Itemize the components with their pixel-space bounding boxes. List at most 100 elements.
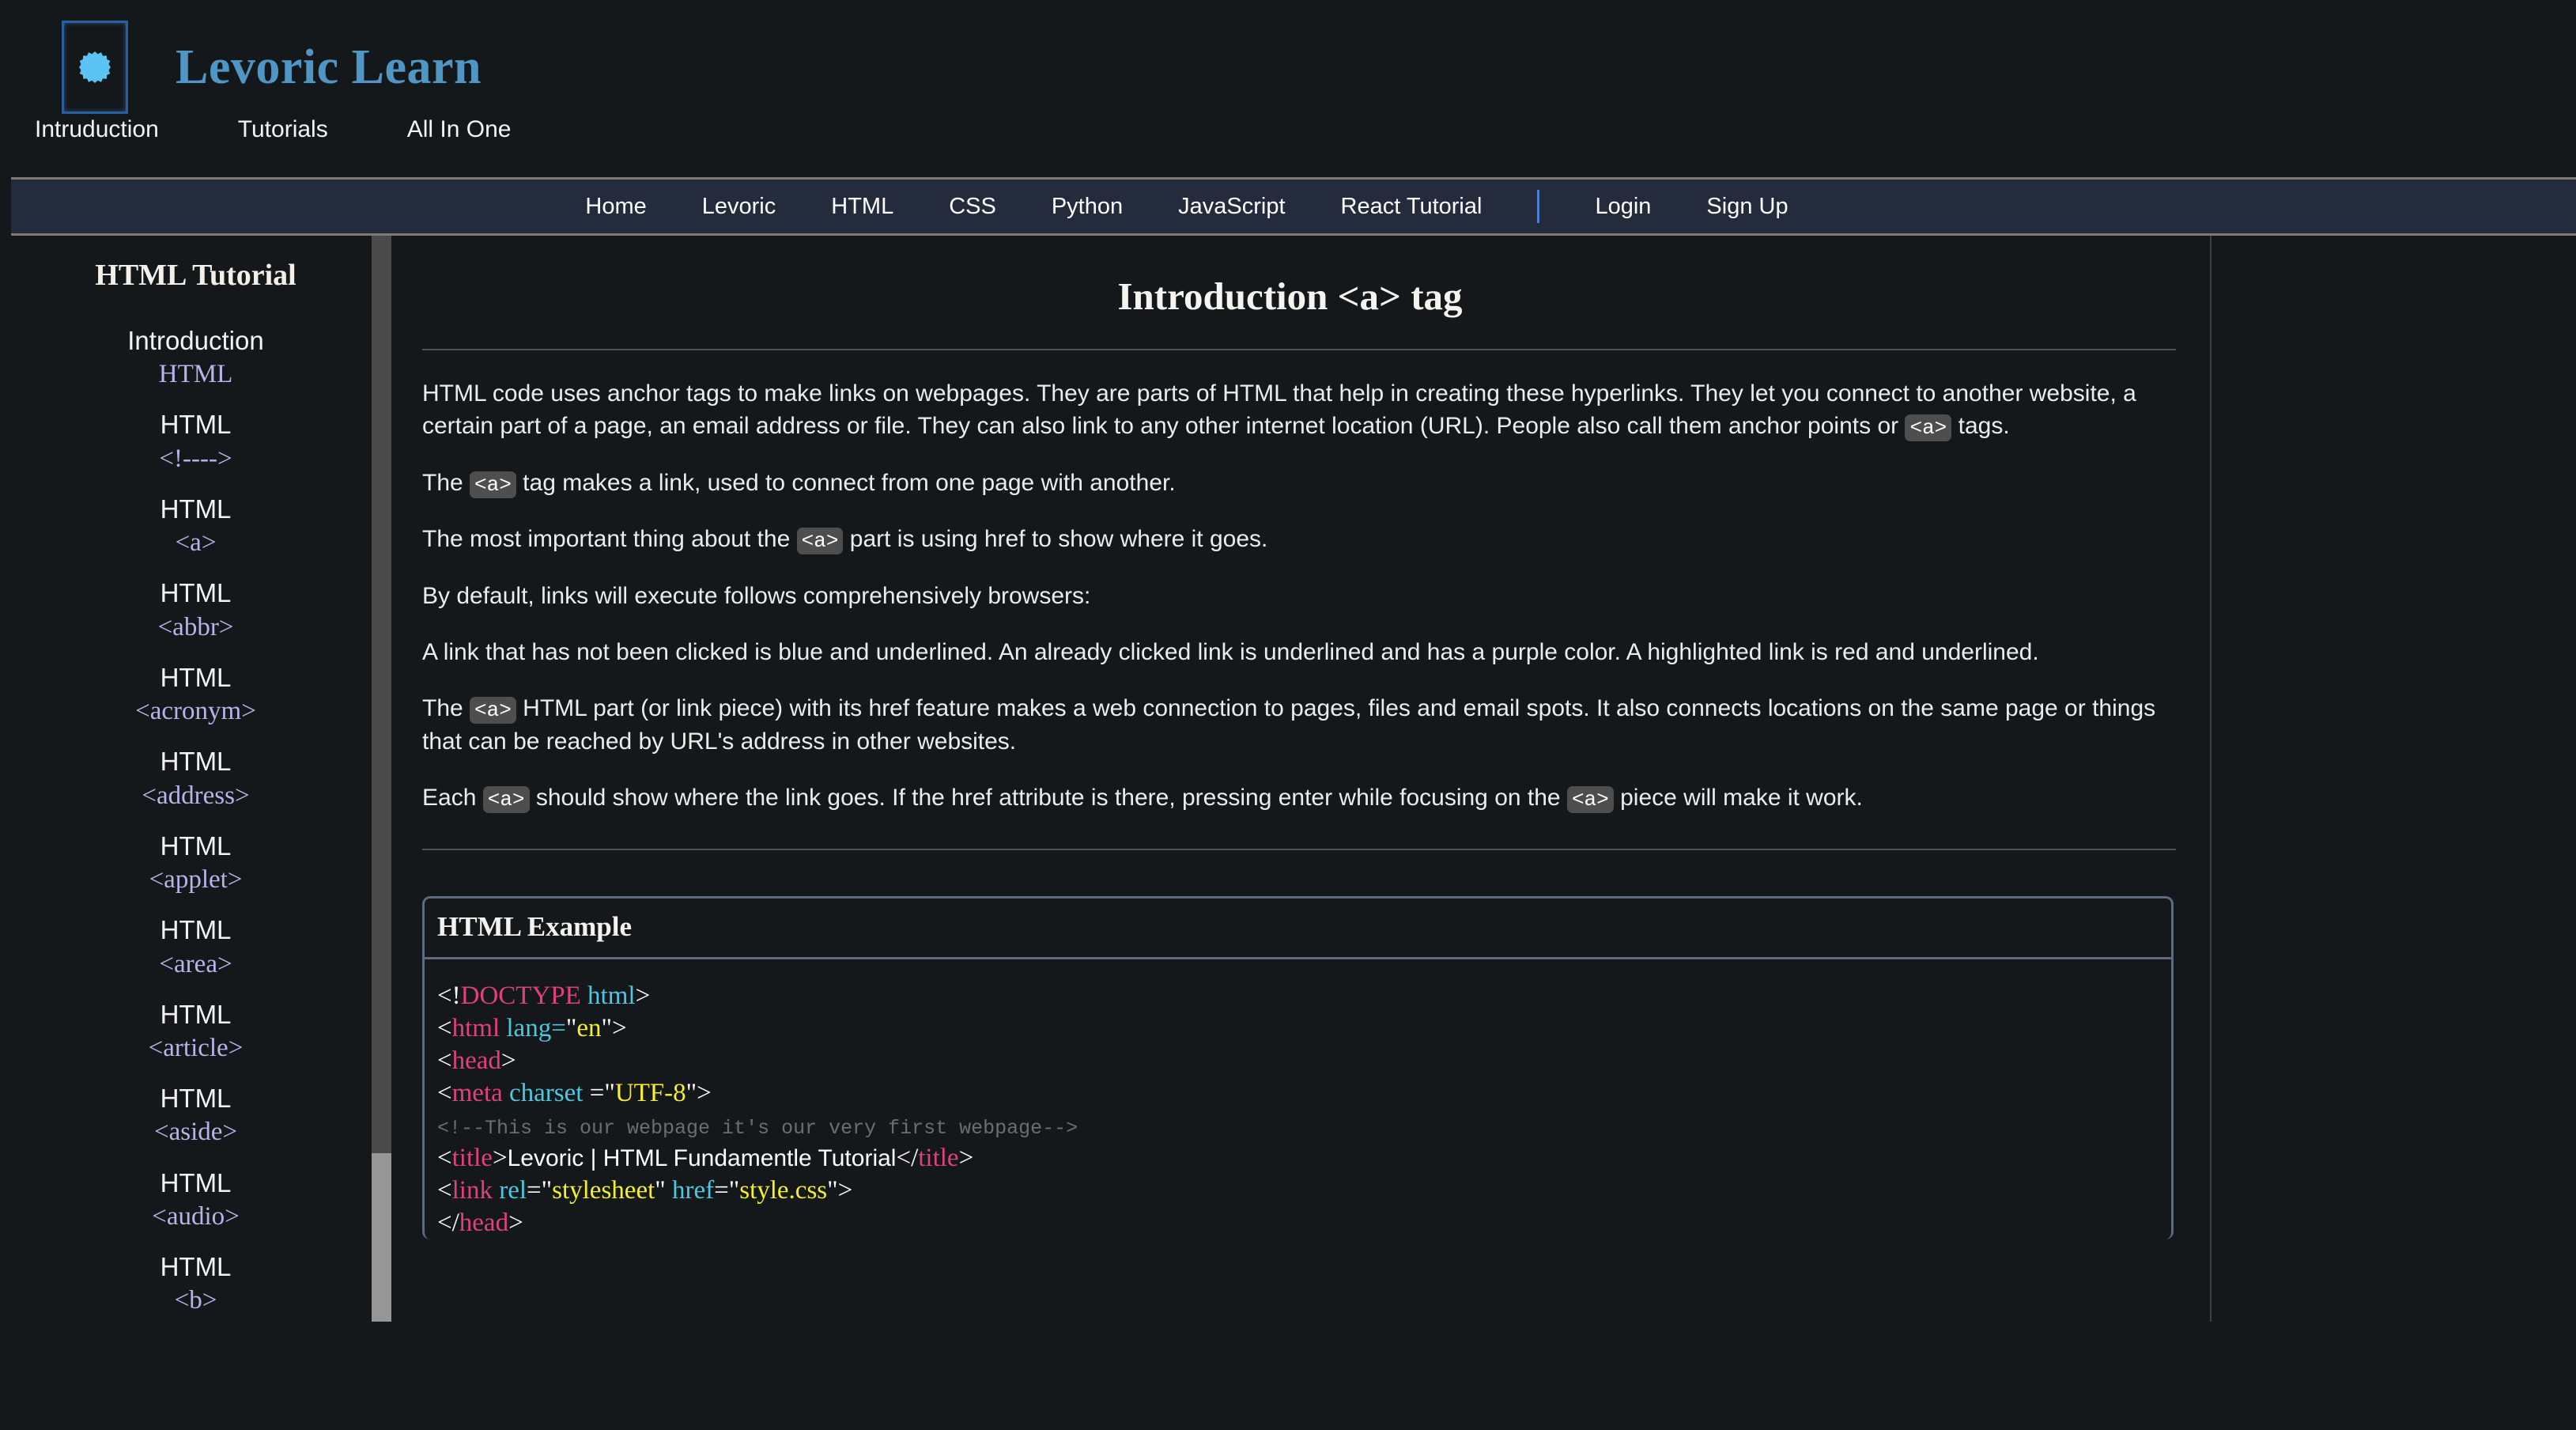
paragraph: The <a> tag makes a link, used to connec…	[422, 469, 1176, 498]
site-header: Levoric Learn	[0, 0, 2576, 114]
sidebar-item-label: HTML	[160, 662, 232, 692]
code-token-punct: <	[437, 1175, 452, 1205]
sidebar-item-tag: <audio>	[152, 1201, 240, 1231]
page-body: HTML Tutorial Introduction HTML HTML <!----…	[0, 236, 2576, 1322]
code-token-punct: </	[437, 1208, 459, 1237]
sidebar-item-tag: <area>	[159, 949, 232, 978]
sidebar-scrollbar-thumb[interactable]	[372, 1153, 391, 1322]
sidebar-item[interactable]: HTML <a>	[0, 493, 391, 559]
nav-item-html[interactable]: HTML	[831, 194, 893, 220]
code-token-doctype-val: html	[587, 982, 636, 1011]
example-box: HTML Example <!DOCTYPE html> <html lang="…	[422, 896, 2174, 1239]
code-token-val: UTF-8	[614, 1079, 686, 1108]
sidebar-item[interactable]: HTML <area>	[0, 914, 391, 980]
nav-item-levoric[interactable]: Levoric	[702, 194, 776, 220]
nav-divider	[1537, 190, 1540, 223]
sidebar-item-tag: <aside>	[153, 1118, 238, 1147]
sidebar-item-label: HTML	[160, 1252, 232, 1282]
brand-title: Levoric Learn	[176, 40, 482, 94]
code-token-tag: meta	[451, 1079, 510, 1108]
sidebar-item-tag: <acronym>	[135, 697, 256, 726]
paragraph: The most important thing about the <a> p…	[422, 526, 1268, 555]
code-token-tag: title	[451, 1143, 493, 1172]
inline-code-chip: <a>	[470, 697, 516, 724]
sidebar-item[interactable]: HTML <!---->	[0, 408, 391, 475]
nav-item-home[interactable]: Home	[585, 194, 646, 220]
subnav-item-intruduction[interactable]: Intruduction	[35, 116, 159, 143]
subnav-item-tutorials[interactable]: Tutorials	[238, 116, 328, 143]
paragraph: Each <a> should show where the link goes…	[422, 784, 1863, 813]
sidebar-item[interactable]: HTML <aside>	[0, 1082, 391, 1148]
page-title: Introduction <a> tag	[1117, 274, 1463, 318]
sidebar-item-tag: <article>	[148, 1033, 244, 1062]
code-token-txt: Levoric | HTML Fundamentle Tutorial	[507, 1144, 897, 1171]
sidebar-item-label: HTML	[160, 915, 232, 945]
paragraph: By default, links will execute follows c…	[422, 582, 1091, 609]
code-token-comment: <!--This is our webpage it's our very fi…	[437, 1117, 1078, 1141]
sidebar-item-tag: <a>	[175, 528, 217, 558]
code-token-val: en	[576, 1014, 602, 1043]
code-token-punct: "	[655, 1175, 672, 1205]
nav-item-python[interactable]: Python	[1052, 194, 1123, 220]
code-token-val: style.css	[739, 1175, 828, 1205]
sidebar-item[interactable]: HTML <audio>	[0, 1167, 391, 1233]
code-token-punct: <!	[437, 982, 461, 1011]
sidebar-item-tag: <b>	[174, 1286, 217, 1315]
nav-item-javascript[interactable]: JavaScript	[1178, 194, 1285, 220]
code-token-punct: ">	[686, 1079, 712, 1108]
sidebar-item[interactable]: HTML <abbr>	[0, 577, 391, 643]
code-token-tag: title	[918, 1143, 959, 1172]
code-token-punct: <	[437, 1046, 452, 1076]
sidebar-item-tag: <abbr>	[157, 612, 234, 641]
sidebar-item[interactable]: HTML <b>	[0, 1250, 391, 1317]
sidebar-item-tag: HTML	[158, 360, 233, 389]
code-token-punct: <	[437, 1079, 452, 1108]
example-code[interactable]: <!DOCTYPE html> <html lang="en"> <head> <me…	[425, 959, 2171, 1239]
sidebar-scrollbar[interactable]	[372, 236, 391, 1322]
sidebar-item[interactable]: HTML <article>	[0, 998, 391, 1065]
sidebar-item-label: HTML	[160, 1167, 232, 1197]
inline-code-chip: <a>	[1905, 414, 1952, 442]
sidebar-item[interactable]: Introduction HTML	[0, 324, 391, 391]
code-token-attr: rel	[499, 1175, 527, 1205]
code-token-punct: >	[635, 982, 651, 1011]
nav-item-login[interactable]: Login	[1595, 194, 1651, 220]
content-area: Introduction <a> tag HTML code uses anch…	[405, 236, 2212, 1322]
subnav-item-all-in-one[interactable]: All In One	[407, 116, 512, 143]
inline-code-chip: <a>	[1566, 785, 1614, 813]
code-token-punct: ">	[601, 1014, 627, 1043]
sidebar-item[interactable]: HTML <applet>	[0, 830, 391, 896]
article-body: HTML code uses anchor tags to make links…	[405, 377, 2175, 814]
inline-code-chip: <a>	[482, 785, 530, 813]
code-line: <html lang="en">	[437, 1012, 2171, 1045]
code-token-attr: charset	[509, 1079, 590, 1108]
code-token-tag: head	[451, 1046, 501, 1076]
sidebar-list: Introduction HTML HTML <!----> HTML <a> HTML <a…	[0, 324, 391, 1318]
sidebar-item-label: HTML	[160, 494, 232, 524]
sidebar-item-label: HTML	[160, 578, 232, 608]
code-token-tag: html	[451, 1014, 507, 1043]
code-line: </head>	[437, 1207, 2171, 1239]
secondary-nav: Intruduction Tutorials All In One	[0, 95, 2576, 165]
sidebar-item-label: HTML	[160, 999, 232, 1029]
sidebar-item-label: HTML	[160, 410, 232, 440]
sidebar-item[interactable]: HTML <address>	[0, 745, 391, 811]
code-token-punct: <	[437, 1143, 452, 1172]
sidebar-item-label: HTML	[160, 1084, 232, 1114]
logo-box[interactable]	[62, 21, 128, 114]
code-line: <!--This is our webpage it's our very fi…	[437, 1110, 2171, 1142]
nav-item-react-tutorial[interactable]: React Tutorial	[1341, 194, 1483, 220]
sidebar-item[interactable]: HTML <acronym>	[0, 661, 391, 728]
code-line: <head>	[437, 1045, 2171, 1077]
code-token-punct: ">	[827, 1175, 853, 1205]
code-token-doctype: DOCTYPE	[460, 982, 588, 1011]
inline-code-chip: <a>	[796, 528, 844, 555]
nav-item-css[interactable]: CSS	[949, 194, 996, 220]
sidebar-item-label: HTML	[160, 830, 232, 861]
title-divider	[422, 349, 2176, 350]
code-line: <title>Levoric | HTML Fundamentle Tutori…	[437, 1142, 2171, 1175]
code-token-punct: >	[508, 1208, 523, 1237]
starburst-icon	[79, 51, 111, 83]
nav-item-sign-up[interactable]: Sign Up	[1706, 194, 1788, 220]
sidebar-item-label: Introduction	[127, 326, 264, 355]
